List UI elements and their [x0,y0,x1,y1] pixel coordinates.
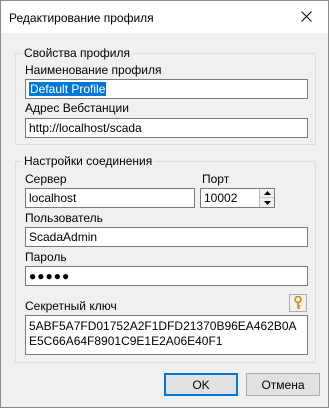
user-label: Пользователь [25,211,103,225]
profile-name-input[interactable]: Default Profile [25,79,308,99]
close-button[interactable] [286,1,326,32]
port-stepper[interactable]: 10002 [200,188,275,208]
port-value: 10002 [204,191,238,205]
edit-profile-dialog: Редактирование профиля Свойства профиля … [0,0,329,408]
port-spin-buttons [259,189,274,207]
spin-up-icon [263,191,271,195]
server-input[interactable]: localhost [25,188,195,208]
web-address-input[interactable]: http://localhost/scada [25,118,308,138]
profile-properties-legend: Свойства профиля [22,46,132,60]
profile-name-label: Наименование профиля [25,63,162,77]
secret-key-label: Секретный ключ [25,299,117,313]
web-address-label: Адрес Вебстанции [25,101,129,115]
spin-down-icon [263,200,271,205]
password-mask: ●●●●● [29,269,71,283]
password-input[interactable]: ●●●●● [25,266,308,286]
port-increment-button[interactable] [260,189,274,198]
close-icon [300,11,312,22]
key-icon [294,296,302,310]
port-decrement-button[interactable] [260,198,274,207]
password-label: Пароль [25,250,67,264]
port-label: Порт [202,172,230,186]
user-input[interactable]: ScadaAdmin [25,227,308,247]
profile-name-value: Default Profile [29,82,107,96]
connection-settings-legend: Настройки соединения [22,154,155,168]
generate-key-button[interactable] [289,294,307,312]
secret-key-textarea[interactable]: 5ABF5A7FD01752A2F1DFD21370B96EA462B0AE5C… [25,315,308,355]
cancel-button[interactable]: Отмена [246,373,320,396]
ok-button[interactable]: OK [164,373,238,396]
server-label: Сервер [25,172,67,186]
title-bar: Редактирование профиля [1,1,328,33]
window-title: Редактирование профиля [9,11,154,25]
